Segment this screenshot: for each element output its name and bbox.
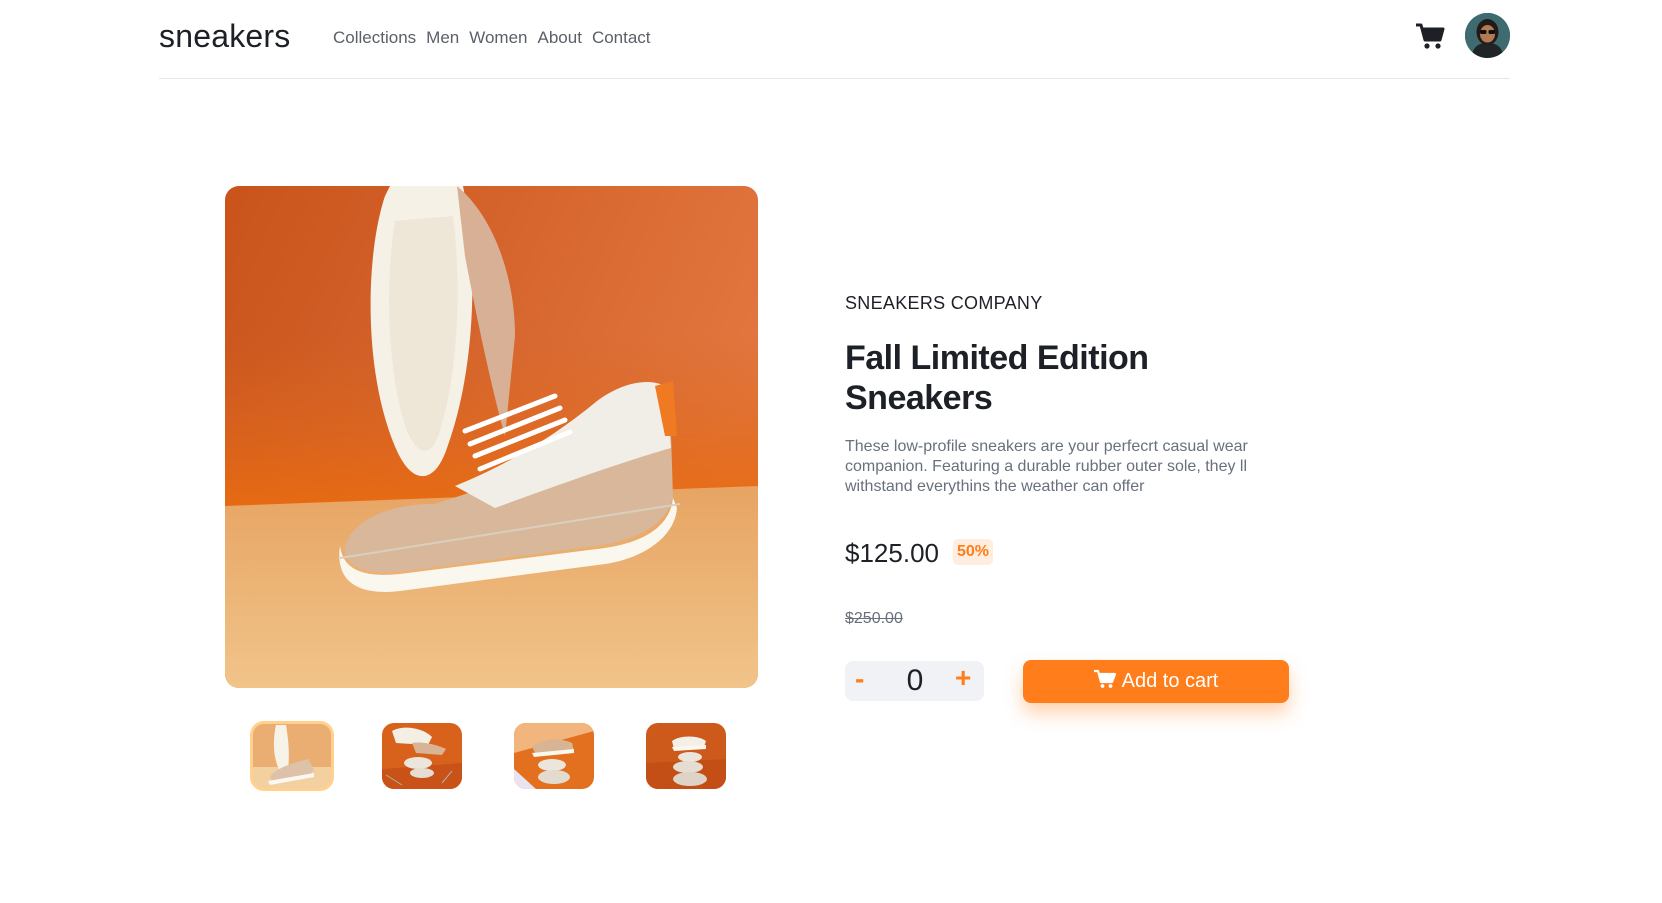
company-name: SNEAKERS COMPANY [845, 293, 1043, 313]
nav-men[interactable]: Men [426, 28, 459, 48]
nav-women[interactable]: Women [469, 28, 527, 48]
nav-about[interactable]: About [538, 28, 582, 48]
product-title: Fall Limited Edition Sneakers [845, 339, 1149, 417]
quantity-decrease-button[interactable]: - [855, 663, 864, 695]
thumbnail-3[interactable] [514, 723, 594, 789]
thumbnail-1[interactable] [250, 721, 334, 791]
add-to-cart-label: Add to cart [1121, 670, 1219, 692]
discount-badge: 50% [953, 539, 994, 565]
thumbnail-2[interactable] [382, 723, 462, 789]
logo[interactable]: sneakers [159, 18, 290, 55]
quantity-stepper: - 0 + [845, 661, 984, 701]
site-header: sneakers Collections Men Women About Con… [159, 0, 1510, 79]
original-price: $250.00 [845, 610, 903, 627]
quantity-value: 0 [906, 664, 924, 697]
nav-contact[interactable]: Contact [592, 28, 651, 48]
current-price: $125.00 [845, 538, 939, 568]
user-avatar[interactable] [1465, 13, 1510, 58]
cart-icon [1093, 669, 1116, 695]
thumbnail-4[interactable] [646, 723, 726, 789]
main-nav: Collections Men Women About Contact [333, 28, 651, 48]
nav-collections[interactable]: Collections [333, 28, 416, 48]
quantity-increase-button[interactable]: + [955, 662, 971, 694]
cart-icon[interactable] [1415, 21, 1445, 51]
add-to-cart-button[interactable]: Add to cart [1023, 660, 1289, 703]
product-main-image[interactable] [225, 186, 758, 688]
product-description: These low-profile sneakers are your perf… [845, 438, 1248, 495]
